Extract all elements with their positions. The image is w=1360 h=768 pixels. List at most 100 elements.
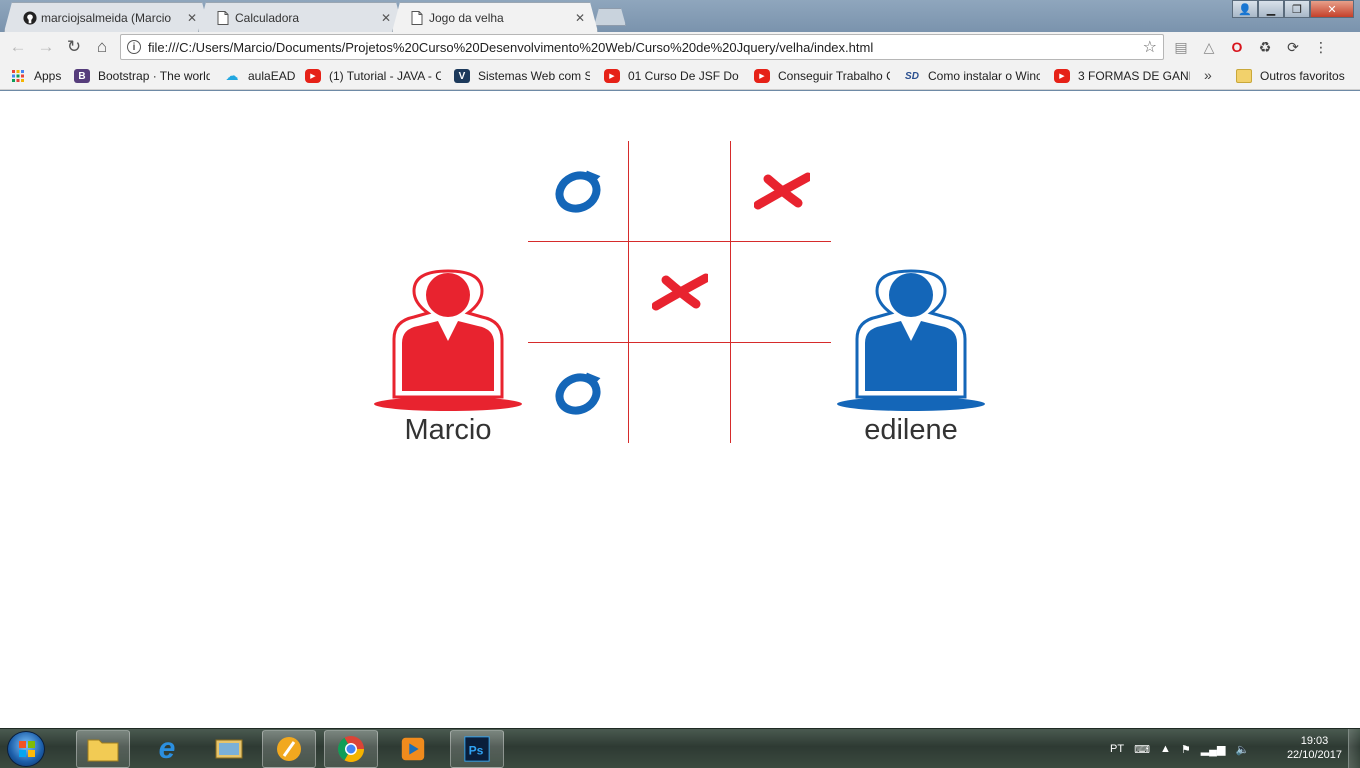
- window-controls: 👤 ▁ ❐ ✕: [1232, 0, 1354, 18]
- reload-icon[interactable]: ↻: [64, 37, 84, 57]
- bookmark-label: Apps: [34, 69, 62, 83]
- photoshop-taskbar-button[interactable]: Ps: [450, 730, 504, 768]
- browser-toolbar: ← → ↻ ⌂ i file:///C:/Users/Marcio/Docume…: [0, 32, 1360, 62]
- player-2: edilene: [835, 269, 987, 459]
- close-icon[interactable]: ✕: [187, 11, 197, 25]
- board-cell-2-2[interactable]: [732, 343, 833, 443]
- network-icon[interactable]: ▂▄▆: [1201, 743, 1226, 756]
- tab-jogo-da-velha[interactable]: Jogo da velha ✕: [392, 2, 598, 32]
- start-button[interactable]: [7, 731, 45, 767]
- address-url[interactable]: file:///C:/Users/Marcio/Documents/Projet…: [148, 40, 873, 55]
- media-player-taskbar-button[interactable]: [386, 730, 440, 768]
- bookmark-curso-jsf[interactable]: ▶ 01 Curso De JSF Do Z: [604, 68, 740, 84]
- board-cell-0-2[interactable]: [732, 141, 833, 241]
- bookmark-label: Conseguir Trabalho C: [778, 69, 890, 83]
- media-taskbar-button[interactable]: [202, 730, 256, 768]
- tab-label: marciojsalmeida (Marcio: [41, 10, 172, 25]
- internet-explorer-icon: e: [158, 732, 176, 765]
- board-cell-0-0[interactable]: [528, 141, 629, 241]
- forward-arrow-icon[interactable]: →: [36, 37, 56, 57]
- board-cell-2-1[interactable]: [630, 343, 731, 443]
- windows-logo-icon: [19, 741, 35, 757]
- sync-extension-icon[interactable]: ⟳: [1284, 38, 1302, 56]
- tab-calculadora[interactable]: Calculadora ✕: [198, 2, 404, 32]
- svg-text:Ps: Ps: [469, 744, 484, 758]
- bookmarks-overflow-button[interactable]: »: [1204, 67, 1212, 83]
- youtube-icon: ▶: [604, 69, 620, 83]
- media-player-icon: [401, 737, 425, 761]
- opera-extension-icon[interactable]: O: [1228, 38, 1246, 56]
- document-icon: [411, 11, 424, 25]
- close-icon[interactable]: ✕: [381, 11, 391, 25]
- volume-icon[interactable]: 🔈: [1235, 743, 1249, 756]
- youtube-icon: ▶: [754, 69, 770, 83]
- drive-extension-icon[interactable]: △: [1200, 38, 1218, 56]
- address-bar[interactable]: i file:///C:/Users/Marcio/Documents/Proj…: [120, 34, 1164, 60]
- chrome-icon: [337, 736, 365, 763]
- board-cell-1-1[interactable]: [630, 242, 731, 342]
- bookmark-label: aulaEAD: [248, 69, 296, 83]
- board-cell-1-2[interactable]: [732, 242, 833, 342]
- bootstrap-icon: B: [74, 69, 90, 83]
- bookmark-conseguir-trabalho[interactable]: ▶ Conseguir Trabalho C: [754, 68, 890, 84]
- app-taskbar-button[interactable]: [262, 730, 316, 768]
- close-window-button[interactable]: ✕: [1310, 0, 1354, 18]
- board-cell-2-0[interactable]: [528, 343, 629, 443]
- bookmark-aulaead[interactable]: ☁ aulaEAD: [224, 68, 296, 84]
- clock-date: 22/10/2017: [1286, 749, 1342, 761]
- github-icon: [23, 11, 36, 25]
- tab-github[interactable]: marciojsalmeida (Marcio ✕: [4, 2, 210, 32]
- bookmark-3-formas[interactable]: ▶ 3 FORMAS DE GANH: [1054, 68, 1190, 84]
- close-icon[interactable]: ✕: [575, 11, 585, 25]
- bookmark-apps[interactable]: Apps: [10, 68, 61, 84]
- youtube-icon: ▶: [1054, 69, 1070, 83]
- recycle-extension-icon[interactable]: ♻: [1256, 38, 1274, 56]
- bookmark-outros-favoritos[interactable]: Outros favoritos: [1236, 68, 1345, 84]
- tab-label: Calculadora: [235, 10, 300, 25]
- apps-grid-icon: [10, 69, 26, 83]
- info-icon[interactable]: i: [127, 40, 141, 54]
- o-mark-icon: [550, 163, 606, 219]
- ie-taskbar-button[interactable]: e: [140, 730, 194, 768]
- photoshop-icon: Ps: [464, 736, 490, 762]
- browser-titlebar: marciojsalmeida (Marcio ✕ Calculadora ✕ …: [0, 0, 1360, 32]
- windows-taskbar: e Ps PT ⌨ ▲ ⚑ ▂▄▆ 🔈 19:03 22/10/2017: [0, 728, 1360, 768]
- youtube-icon: ▶: [305, 69, 321, 83]
- board-cell-1-0[interactable]: [528, 242, 629, 342]
- bookmark-label: Bootstrap · The world: [98, 69, 210, 83]
- x-mark-icon: [652, 264, 708, 320]
- bookmark-como-instalar[interactable]: SD Como instalar o Winc: [904, 68, 1040, 84]
- explorer-taskbar-button[interactable]: [76, 730, 130, 768]
- show-desktop-button[interactable]: [1348, 729, 1360, 768]
- sw-icon: V: [454, 69, 470, 83]
- language-indicator[interactable]: PT: [1110, 743, 1124, 755]
- bookmark-label: Como instalar o Winc: [928, 69, 1040, 83]
- bookmark-label: Outros favoritos: [1260, 69, 1345, 83]
- player-avatar-icon: [372, 269, 524, 414]
- bookmark-tutorial-java[interactable]: ▶ (1) Tutorial - JAVA - C: [305, 68, 441, 84]
- maximize-button[interactable]: ❐: [1284, 0, 1310, 18]
- player-avatar-icon: [835, 269, 987, 414]
- keyboard-icon[interactable]: ⌨: [1134, 743, 1150, 756]
- action-center-icon[interactable]: ⚑: [1181, 743, 1191, 756]
- bookmark-label: Sistemas Web com Sp: [478, 69, 590, 83]
- bookmark-sistemas-web[interactable]: V Sistemas Web com Sp: [454, 68, 590, 84]
- clock[interactable]: 19:03 22/10/2017: [1287, 734, 1342, 762]
- star-icon[interactable]: ☆: [1143, 37, 1157, 57]
- tray-expand-icon[interactable]: ▲: [1160, 743, 1171, 755]
- minimize-button[interactable]: ▁: [1258, 0, 1284, 18]
- pdf-extension-icon[interactable]: ▤: [1172, 38, 1190, 56]
- folder-icon: [1236, 69, 1252, 83]
- menu-icon[interactable]: ⋮: [1312, 38, 1330, 56]
- board-cell-0-1[interactable]: [630, 141, 731, 241]
- new-tab-button[interactable]: [594, 8, 626, 26]
- bookmark-bootstrap[interactable]: B Bootstrap · The world: [74, 68, 210, 84]
- tic-tac-toe-board: [528, 141, 831, 443]
- back-arrow-icon[interactable]: ←: [8, 37, 28, 57]
- player-name: Marcio: [404, 414, 492, 446]
- bookmark-label: 3 FORMAS DE GANH: [1078, 69, 1190, 83]
- chrome-taskbar-button[interactable]: [324, 730, 378, 768]
- user-icon[interactable]: 👤: [1232, 0, 1258, 18]
- home-icon[interactable]: ⌂: [92, 37, 112, 57]
- tab-label: Jogo da velha: [429, 10, 504, 25]
